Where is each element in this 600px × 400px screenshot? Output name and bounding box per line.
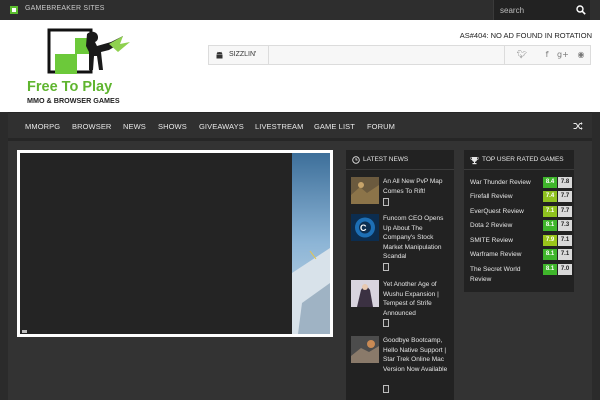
svg-text:MMO & BROWSER GAMES: MMO & BROWSER GAMES: [27, 96, 120, 105]
nav-item-forum[interactable]: FORUM: [367, 122, 395, 131]
nav-item-browser[interactable]: BROWSER: [72, 122, 111, 131]
nav-item-game-list[interactable]: GAME LIST: [314, 122, 355, 131]
user-score-badge: 7.1: [558, 249, 572, 260]
social-links: 🐦︎ f g+ ◉: [504, 46, 592, 64]
sizzlin-ticker: SIZZLIN' 🐦︎ f g+ ◉: [208, 45, 591, 65]
editor-score-badge: 8.1: [543, 220, 557, 231]
editor-score-badge: 8.1: [543, 249, 557, 260]
user-score-badge: 7.7: [558, 206, 572, 217]
document-icon: [383, 319, 389, 327]
editor-score-badge: 7.9: [543, 235, 557, 246]
ticker-label: SIZZLIN': [229, 51, 257, 58]
nav-item-livestream[interactable]: LIVESTREAM: [255, 122, 304, 131]
search-input[interactable]: [500, 3, 570, 17]
editor-score-badge: 7.1: [543, 206, 557, 217]
gamebreaker-icon[interactable]: [10, 6, 18, 14]
user-score-badge: 7.8: [558, 177, 572, 188]
rated-game-name[interactable]: The Secret World Review: [470, 265, 540, 284]
user-score-badge: 7.1: [558, 235, 572, 246]
google-plus-icon[interactable]: g+: [557, 50, 569, 59]
android-icon: [216, 51, 223, 59]
news-title[interactable]: An All New PvP Map Comes To Rift!: [383, 177, 451, 196]
site-logo[interactable]: Free To Play MMO & BROWSER GAMES: [25, 28, 135, 110]
editor-score-badge: 8.1: [543, 264, 557, 275]
document-icon: [383, 385, 389, 393]
document-icon: [383, 198, 389, 206]
rss-icon[interactable]: ◉: [576, 50, 586, 59]
video-preview-image: [292, 153, 330, 334]
clock-icon: [352, 156, 360, 164]
facebook-icon[interactable]: f: [542, 50, 552, 59]
latest-news-title: LATEST NEWS: [363, 156, 409, 163]
news-thumbnail[interactable]: [351, 336, 379, 363]
editor-score-badge: 8.4: [543, 177, 557, 188]
twitter-icon[interactable]: 🐦︎: [517, 50, 527, 59]
rated-game-name[interactable]: Firefall Review: [470, 192, 540, 202]
shuffle-icon[interactable]: [573, 121, 583, 131]
gamebreaker-sites-link[interactable]: GAMEBREAKER SITES: [25, 5, 105, 12]
main-nav: MMORPG BROWSER NEWS SHOWS GIVEAWAYS LIVE…: [8, 112, 592, 138]
video-corner-marker: [22, 330, 27, 333]
user-score-badge: 7.3: [558, 220, 572, 231]
top-rated-header: TOP USER RATED GAMES: [464, 150, 574, 170]
top-rated-widget: TOP USER RATED GAMES War Thunder Review …: [464, 150, 574, 292]
ad-placeholder-text: AS#404: NO AD FOUND IN ROTATION: [459, 31, 592, 40]
top-rated-title: TOP USER RATED GAMES: [482, 156, 564, 163]
video-player[interactable]: [20, 153, 330, 334]
trophy-icon: [470, 157, 479, 165]
news-thumbnail[interactable]: C: [351, 214, 379, 241]
search-box: [493, 0, 590, 20]
nav-item-giveaways[interactable]: GIVEAWAYS: [199, 122, 244, 131]
rated-game-name[interactable]: EverQuest Review: [470, 207, 540, 217]
user-score-badge: 7.7: [558, 191, 572, 202]
latest-news-header: LATEST NEWS: [346, 150, 454, 170]
rated-game-name[interactable]: War Thunder Review: [470, 178, 540, 188]
document-icon: [383, 263, 389, 271]
rated-game-name[interactable]: Dota 2 Review: [470, 221, 540, 231]
top-bar: GAMEBREAKER SITES: [0, 0, 600, 20]
user-score-badge: 7.0: [558, 264, 572, 275]
editor-score-badge: 7.4: [543, 191, 557, 202]
nav-item-news[interactable]: NEWS: [123, 122, 146, 131]
latest-news-widget: LATEST NEWS An All New PvP Map Comes To …: [346, 150, 454, 400]
nav-item-shows[interactable]: SHOWS: [158, 122, 187, 131]
news-title[interactable]: Funcom CEO Opens Up About The Company's …: [383, 214, 451, 262]
news-title[interactable]: Goodbye Bootcamp, Hello Native Support |…: [383, 336, 451, 374]
rated-game-name[interactable]: SMITE Review: [470, 236, 540, 246]
ticker-divider: [268, 46, 269, 64]
search-icon[interactable]: [576, 5, 586, 15]
news-thumbnail[interactable]: [351, 177, 379, 204]
svg-text:Free To Play: Free To Play: [27, 79, 112, 95]
nav-item-mmorpg[interactable]: MMORPG: [25, 122, 60, 131]
rated-game-name[interactable]: Warframe Review: [470, 250, 540, 260]
svg-text:C: C: [360, 223, 367, 233]
site-header: Free To Play MMO & BROWSER GAMES AS#404:…: [0, 20, 600, 112]
news-title[interactable]: Yet Another Age of Wushu Expansion | Tem…: [383, 280, 451, 318]
news-thumbnail[interactable]: [351, 280, 379, 307]
